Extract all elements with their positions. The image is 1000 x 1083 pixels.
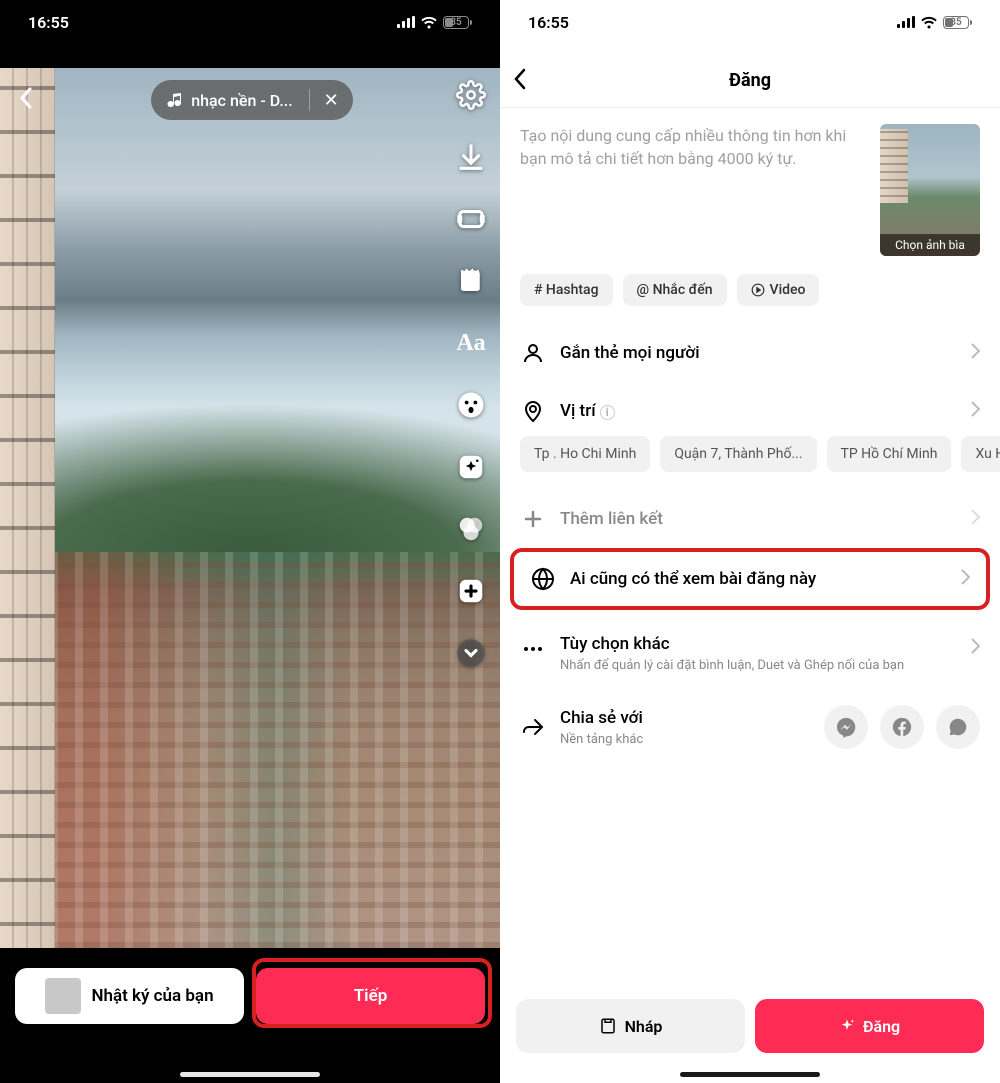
- page-title: Đăng: [729, 70, 771, 91]
- compose-area: Tạo nội dung cung cấp nhiều thông tin hơ…: [500, 108, 1000, 274]
- draft-icon: [599, 1017, 617, 1035]
- cellular-icon: [397, 16, 415, 28]
- suggestion-chips: # Hashtag @ Nhắc đến Video: [500, 274, 1000, 324]
- bottom-bar: Nhật ký của bạn Tiếp: [0, 948, 500, 1083]
- share-row: Chia sẻ với Nền tảng khác: [500, 689, 1000, 749]
- cover-label: Chọn ảnh bìa: [880, 234, 980, 256]
- side-toolbar: Aa: [454, 78, 488, 670]
- music-pill[interactable]: nhạc nền - D... ✕: [151, 80, 353, 120]
- cellular-icon: [897, 16, 915, 28]
- status-time: 16:55: [528, 13, 569, 32]
- location-suggestions: Tp . Ho Chi Minh Quận 7, Thành Phố... TP…: [500, 432, 1000, 490]
- download-icon[interactable]: [454, 140, 488, 174]
- hashtag-chip[interactable]: # Hashtag: [520, 274, 613, 306]
- caption-input[interactable]: Tạo nội dung cung cấp nhiều thông tin hơ…: [520, 124, 866, 256]
- share-arrow-icon: [520, 714, 546, 740]
- video-preview[interactable]: [0, 68, 500, 948]
- chevron-right-icon: [971, 638, 980, 658]
- more-options-row[interactable]: Tùy chọn khác Nhấn để quản lý cài đặt bì…: [500, 612, 1000, 689]
- tag-people-row[interactable]: Gắn thẻ mọi người: [500, 324, 1000, 382]
- filters-icon[interactable]: [454, 512, 488, 546]
- add-icon[interactable]: [454, 574, 488, 608]
- chevron-right-icon: [971, 509, 980, 529]
- sparkle-icon[interactable]: [454, 450, 488, 484]
- music-close-button[interactable]: ✕: [310, 90, 353, 111]
- your-story-button[interactable]: Nhật ký của bạn: [15, 968, 244, 1024]
- loc-chip[interactable]: TP Hồ Chí Minh: [827, 436, 952, 472]
- more-icon: [520, 636, 546, 662]
- next-label: Tiếp: [354, 986, 388, 1006]
- info-icon: i: [600, 405, 615, 420]
- wifi-icon: [420, 16, 438, 29]
- status-bar: 16:55 35: [500, 0, 1000, 44]
- add-link-row[interactable]: Thêm liên kết: [500, 490, 1000, 548]
- face-icon[interactable]: [454, 388, 488, 422]
- back-button[interactable]: [514, 68, 527, 94]
- next-button[interactable]: Tiếp: [256, 968, 485, 1024]
- person-icon: [520, 340, 546, 366]
- back-button[interactable]: [15, 80, 37, 120]
- play-circle-icon: [751, 283, 765, 297]
- loc-chip[interactable]: Quận 7, Thành Phố...: [660, 436, 816, 472]
- status-bar: 16:55 35: [0, 0, 500, 44]
- privacy-row[interactable]: Ai cũng có thể xem bài đăng này: [510, 550, 990, 608]
- status-time: 16:55: [28, 13, 69, 32]
- page-header: Đăng: [500, 54, 1000, 108]
- chevron-right-icon: [971, 401, 980, 421]
- cover-selector[interactable]: Chọn ảnh bìa: [880, 124, 980, 256]
- story-label: Nhật ký của bạn: [91, 986, 213, 1006]
- chevron-right-icon: [961, 569, 970, 589]
- music-note-icon: [167, 92, 183, 108]
- facebook-icon[interactable]: [880, 705, 924, 749]
- wifi-icon: [920, 16, 938, 29]
- battery-icon: 35: [943, 16, 972, 29]
- story-thumb: [45, 978, 81, 1014]
- stickers-icon[interactable]: [454, 264, 488, 298]
- editor-screen: 16:55 35 nhạc nền - D... ✕: [0, 0, 500, 1083]
- bottom-actions: Nháp Đăng: [500, 984, 1000, 1083]
- frame-icon[interactable]: [454, 202, 488, 236]
- home-indicator[interactable]: [180, 1072, 320, 1077]
- post-button[interactable]: Đăng: [755, 999, 984, 1053]
- location-row[interactable]: Vị tríi: [500, 382, 1000, 432]
- status-icons: 35: [897, 16, 972, 29]
- settings-icon[interactable]: [454, 78, 488, 112]
- loc-chip[interactable]: Xu H: [961, 436, 1000, 472]
- globe-icon: [530, 566, 556, 592]
- battery-icon: 35: [443, 16, 472, 29]
- home-indicator[interactable]: [680, 1072, 820, 1077]
- sparkle-icon: [839, 1018, 855, 1034]
- video-chip[interactable]: Video: [737, 274, 820, 306]
- chevron-right-icon: [971, 343, 980, 363]
- mention-chip[interactable]: @ Nhắc đến: [623, 274, 727, 306]
- location-pin-icon: [520, 398, 546, 424]
- plus-icon: [520, 506, 546, 532]
- preview-building: [0, 68, 55, 948]
- chat-icon[interactable]: [936, 705, 980, 749]
- loc-chip[interactable]: Tp . Ho Chi Minh: [520, 436, 650, 472]
- status-icons: 35: [397, 16, 472, 29]
- music-label: nhạc nền - D...: [191, 91, 292, 110]
- messenger-icon[interactable]: [824, 705, 868, 749]
- post-screen: 16:55 35 Đăng Tạo nội dung cung cấp nhiề…: [500, 0, 1000, 1083]
- text-icon[interactable]: Aa: [454, 326, 488, 360]
- draft-button[interactable]: Nháp: [516, 999, 745, 1053]
- chevron-down-icon[interactable]: [454, 636, 488, 670]
